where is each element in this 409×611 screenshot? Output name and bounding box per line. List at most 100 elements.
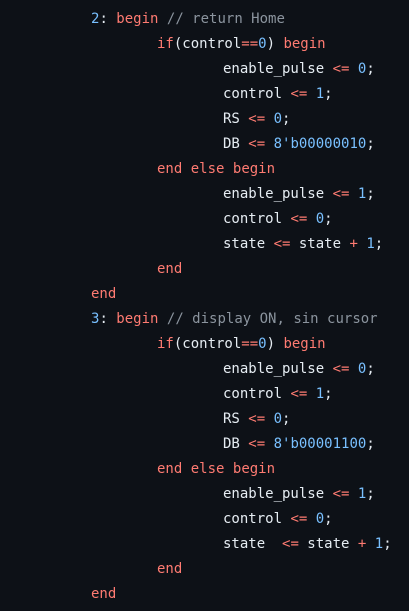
identifier-token bbox=[265, 111, 273, 127]
number-token: 1 bbox=[366, 236, 375, 252]
keyword-token: begin bbox=[232, 461, 276, 477]
keyword-token: begin bbox=[116, 311, 159, 327]
keyword-token: end bbox=[157, 561, 183, 577]
operator-token: <= bbox=[332, 361, 350, 377]
identifier-token: enable_pulse bbox=[223, 186, 333, 202]
code-line: RS <= 0; bbox=[0, 107, 409, 132]
number-token: 0 bbox=[258, 336, 267, 352]
operator-token: <= bbox=[290, 211, 308, 227]
code-line: end bbox=[0, 257, 409, 282]
code-line: end bbox=[0, 557, 409, 582]
identifier-token bbox=[349, 361, 357, 377]
operator-token: <= bbox=[290, 386, 308, 402]
identifier-token bbox=[182, 161, 190, 177]
identifier-token: ; bbox=[324, 86, 333, 102]
operator-token: <= bbox=[248, 436, 266, 452]
number-token: 0 bbox=[273, 411, 283, 427]
code-line: if(control==0) begin bbox=[0, 332, 409, 357]
code-line: 3: begin // display ON, sin cursor bbox=[0, 307, 409, 332]
identifier-token: ; bbox=[366, 361, 375, 377]
identifier-token bbox=[307, 86, 315, 102]
keyword-token: end bbox=[157, 461, 183, 477]
identifier-token: ; bbox=[324, 211, 333, 227]
keyword-token: begin bbox=[283, 336, 326, 352]
identifier-token: state bbox=[298, 536, 358, 552]
keyword-token: begin bbox=[232, 161, 276, 177]
identifier-token bbox=[349, 186, 357, 202]
code-line: RS <= 0; bbox=[0, 407, 409, 432]
operator-token: <= bbox=[332, 61, 350, 77]
identifier-token bbox=[224, 461, 232, 477]
code-line: state <= state + 1; bbox=[0, 232, 409, 257]
operator-token: == bbox=[241, 336, 259, 352]
identifier-token bbox=[307, 211, 315, 227]
code-line: 2: begin // return Home bbox=[0, 7, 409, 32]
operator-token: + bbox=[349, 236, 358, 252]
identifier-token: ) bbox=[266, 336, 284, 352]
keyword-token: else bbox=[190, 461, 225, 477]
number-token: 0 bbox=[258, 36, 267, 52]
identifier-token: control bbox=[223, 511, 291, 527]
identifier-token bbox=[307, 511, 315, 527]
identifier-token: ; bbox=[383, 536, 392, 552]
code-line: control <= 0; bbox=[0, 507, 409, 532]
code-line: control <= 1; bbox=[0, 82, 409, 107]
identifier-token: ; bbox=[366, 61, 375, 77]
code-line: end bbox=[0, 582, 409, 607]
identifier-token: ; bbox=[324, 511, 333, 527]
code-line: enable_pulse <= 0; bbox=[0, 57, 409, 82]
identifier-token: ; bbox=[366, 436, 375, 452]
number-token: 1 bbox=[315, 386, 325, 402]
operator-token: <= bbox=[290, 511, 308, 527]
keyword-token: if bbox=[157, 336, 174, 352]
identifier-token: DB bbox=[223, 136, 249, 152]
identifier-token: DB bbox=[223, 436, 249, 452]
code-line: state <= state + 1; bbox=[0, 532, 409, 557]
number-token: 8'b00001100 bbox=[273, 436, 367, 452]
keyword-token: end bbox=[157, 161, 183, 177]
identifier-token: ; bbox=[366, 136, 375, 152]
operator-token: <= bbox=[332, 486, 350, 502]
number-token: 1 bbox=[374, 536, 384, 552]
keyword-token: begin bbox=[116, 11, 159, 27]
identifier-token: ; bbox=[282, 411, 291, 427]
identifier-token: control bbox=[223, 386, 291, 402]
operator-token: <= bbox=[332, 186, 350, 202]
identifier-token: ; bbox=[282, 111, 291, 127]
operator-token: <= bbox=[248, 136, 266, 152]
code-line: end else begin bbox=[0, 157, 409, 182]
code-line: enable_pulse <= 1; bbox=[0, 482, 409, 507]
identifier-token bbox=[349, 61, 357, 77]
comment-token: // display ON, sin cursor bbox=[166, 311, 378, 327]
code-block: 2: begin // return Home if(control==0) be… bbox=[0, 7, 409, 607]
operator-token: <= bbox=[273, 236, 291, 252]
identifier-token bbox=[158, 311, 166, 327]
identifier-token: RS bbox=[223, 411, 249, 427]
identifier-token: control bbox=[223, 211, 291, 227]
keyword-token: end bbox=[157, 261, 183, 277]
identifier-token: ; bbox=[366, 486, 375, 502]
number-token: 0 bbox=[315, 211, 325, 227]
identifier-token bbox=[307, 386, 315, 402]
code-line: DB <= 8'b00000010; bbox=[0, 132, 409, 157]
identifier-token bbox=[224, 161, 232, 177]
identifier-token: ; bbox=[374, 236, 384, 252]
identifier-token: ; bbox=[324, 386, 333, 402]
code-line: DB <= 8'b00001100; bbox=[0, 432, 409, 457]
identifier-token: enable_pulse bbox=[223, 61, 333, 77]
identifier-token: ; bbox=[366, 186, 375, 202]
identifier-token: (control bbox=[173, 336, 242, 352]
identifier-token: enable_pulse bbox=[223, 361, 333, 377]
identifier-token bbox=[182, 461, 190, 477]
number-token: 0 bbox=[273, 111, 283, 127]
keyword-token: begin bbox=[283, 36, 326, 52]
operator-token: <= bbox=[248, 411, 266, 427]
operator-token: <= bbox=[248, 111, 266, 127]
identifier-token: state bbox=[223, 536, 283, 552]
identifier-token: state bbox=[290, 236, 350, 252]
identifier-token bbox=[265, 136, 273, 152]
code-line: if(control==0) begin bbox=[0, 32, 409, 57]
code-line: enable_pulse <= 0; bbox=[0, 357, 409, 382]
identifier-token bbox=[349, 486, 357, 502]
identifier-token: enable_pulse bbox=[223, 486, 333, 502]
